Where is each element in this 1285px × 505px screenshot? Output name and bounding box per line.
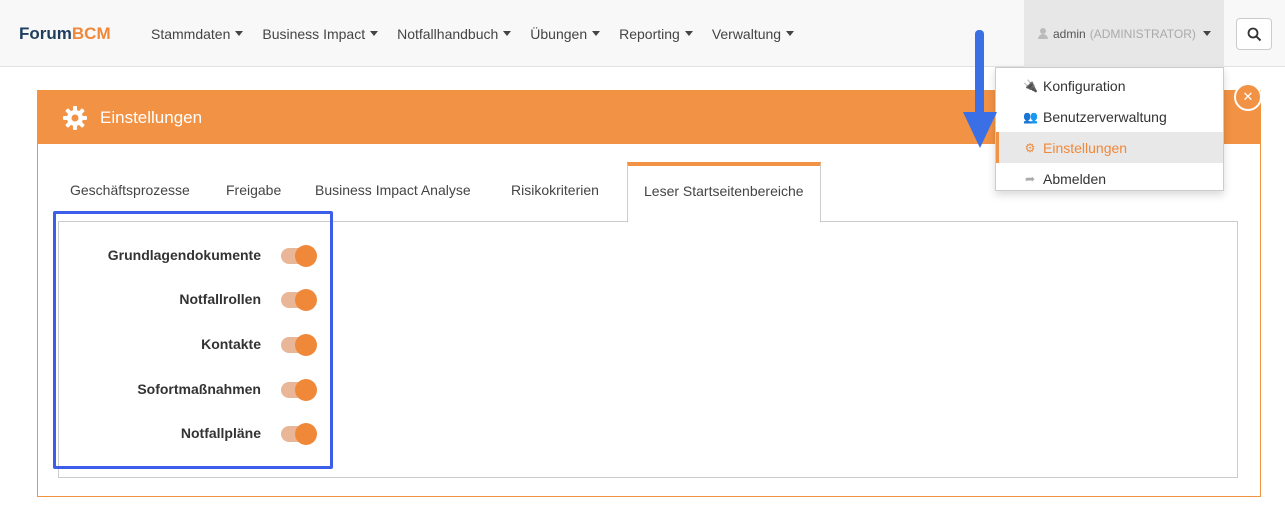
- brand-part1: Forum: [19, 24, 72, 43]
- menu-item-abmelden[interactable]: ➦ Abmelden: [996, 163, 1223, 194]
- menu-item-konfiguration[interactable]: 🔌 Konfiguration: [996, 70, 1223, 101]
- nav-stammdaten[interactable]: Stammdaten: [151, 25, 244, 42]
- users-icon: 👥: [1023, 109, 1038, 124]
- caret-down-icon: [592, 31, 601, 36]
- nav-reporting[interactable]: Reporting: [619, 26, 693, 42]
- user-name: admin: [1053, 26, 1086, 41]
- tab-geschaeftsprozesse[interactable]: Geschäftsprozesse: [70, 182, 190, 198]
- nav-verwaltung[interactable]: Verwaltung: [711, 25, 795, 42]
- search-icon: [1247, 27, 1262, 42]
- plug-icon: 🔌: [1023, 78, 1038, 93]
- menu-item-label: Konfiguration: [1043, 77, 1126, 94]
- caret-down-icon: [684, 31, 693, 36]
- caret-down-icon: [1202, 31, 1211, 36]
- user-icon: [1038, 28, 1048, 39]
- nav-label: Verwaltung: [711, 25, 782, 42]
- panel-title: Einstellungen: [100, 107, 203, 127]
- nav-label: Stammdaten: [151, 25, 231, 42]
- search-button[interactable]: [1236, 18, 1272, 50]
- caret-down-icon: [235, 31, 244, 36]
- menu-item-benutzerverwaltung[interactable]: 👥 Benutzerverwaltung: [996, 101, 1223, 132]
- tab-freigabe[interactable]: Freigabe: [226, 182, 281, 198]
- caret-down-icon: [503, 31, 512, 36]
- nav-label: Übungen: [530, 25, 588, 42]
- top-navbar: ForumBCM Stammdaten Business Impact Notf…: [0, 0, 1285, 67]
- brand-logo[interactable]: ForumBCM: [19, 24, 111, 44]
- menu-item-label: Einstellungen: [1043, 139, 1128, 156]
- gear-icon: ⚙: [1024, 140, 1036, 155]
- user-dropdown-menu: 🔌 Konfiguration 👥 Benutzerverwaltung ⚙ E…: [995, 67, 1224, 191]
- highlight-annotation-box: [53, 211, 333, 469]
- brand-part2: BCM: [71, 24, 111, 43]
- sign-out-icon: ➦: [1024, 171, 1036, 186]
- user-menu-toggle[interactable]: admin (ADMINISTRATOR): [1024, 0, 1224, 67]
- tab-business-impact-analyse[interactable]: Business Impact Analyse: [315, 182, 471, 198]
- gear-icon: [63, 105, 87, 130]
- menu-item-label: Benutzerverwaltung: [1043, 108, 1167, 125]
- tab-leser-startseitenbereiche[interactable]: Leser Startseitenbereiche: [627, 162, 821, 223]
- user-role: (ADMINISTRATOR): [1089, 26, 1196, 41]
- nav-uebungen[interactable]: Übungen: [530, 25, 601, 42]
- menu-item-einstellungen[interactable]: ⚙ Einstellungen: [996, 132, 1223, 163]
- nav-notfallhandbuch[interactable]: Notfallhandbuch: [397, 25, 512, 42]
- nav-business-impact[interactable]: Business Impact: [262, 25, 379, 42]
- close-button[interactable]: ✕: [1234, 83, 1262, 111]
- caret-down-icon: [786, 31, 795, 36]
- close-icon: ✕: [1242, 89, 1254, 104]
- annotation-arrow-icon: [963, 30, 997, 148]
- nav-label: Notfallhandbuch: [397, 25, 499, 42]
- nav-label: Reporting: [619, 25, 680, 42]
- tab-risikokriterien[interactable]: Risikokriterien: [511, 182, 599, 198]
- menu-item-label: Abmelden: [1043, 170, 1107, 187]
- nav-label: Business Impact: [262, 25, 366, 42]
- caret-down-icon: [370, 31, 379, 36]
- main-menu: Stammdaten Business Impact Notfallhandbu…: [151, 0, 813, 67]
